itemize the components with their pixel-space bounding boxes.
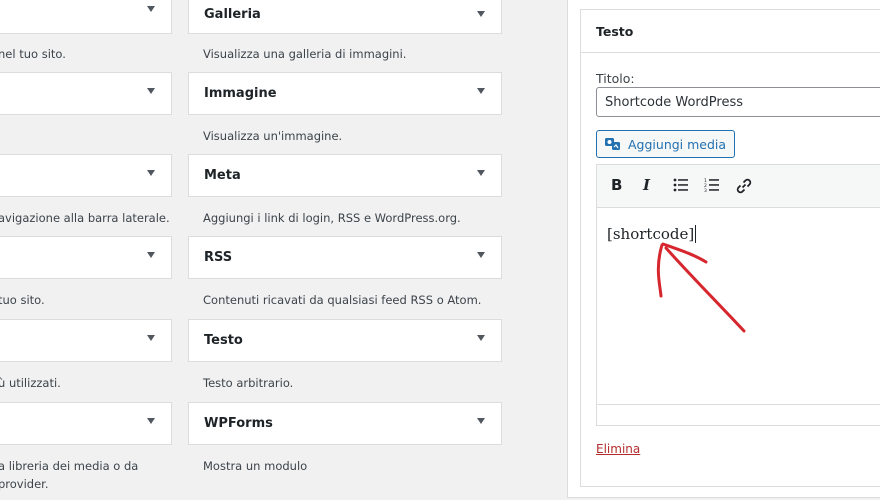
- annotation-arrow: [656, 242, 746, 333]
